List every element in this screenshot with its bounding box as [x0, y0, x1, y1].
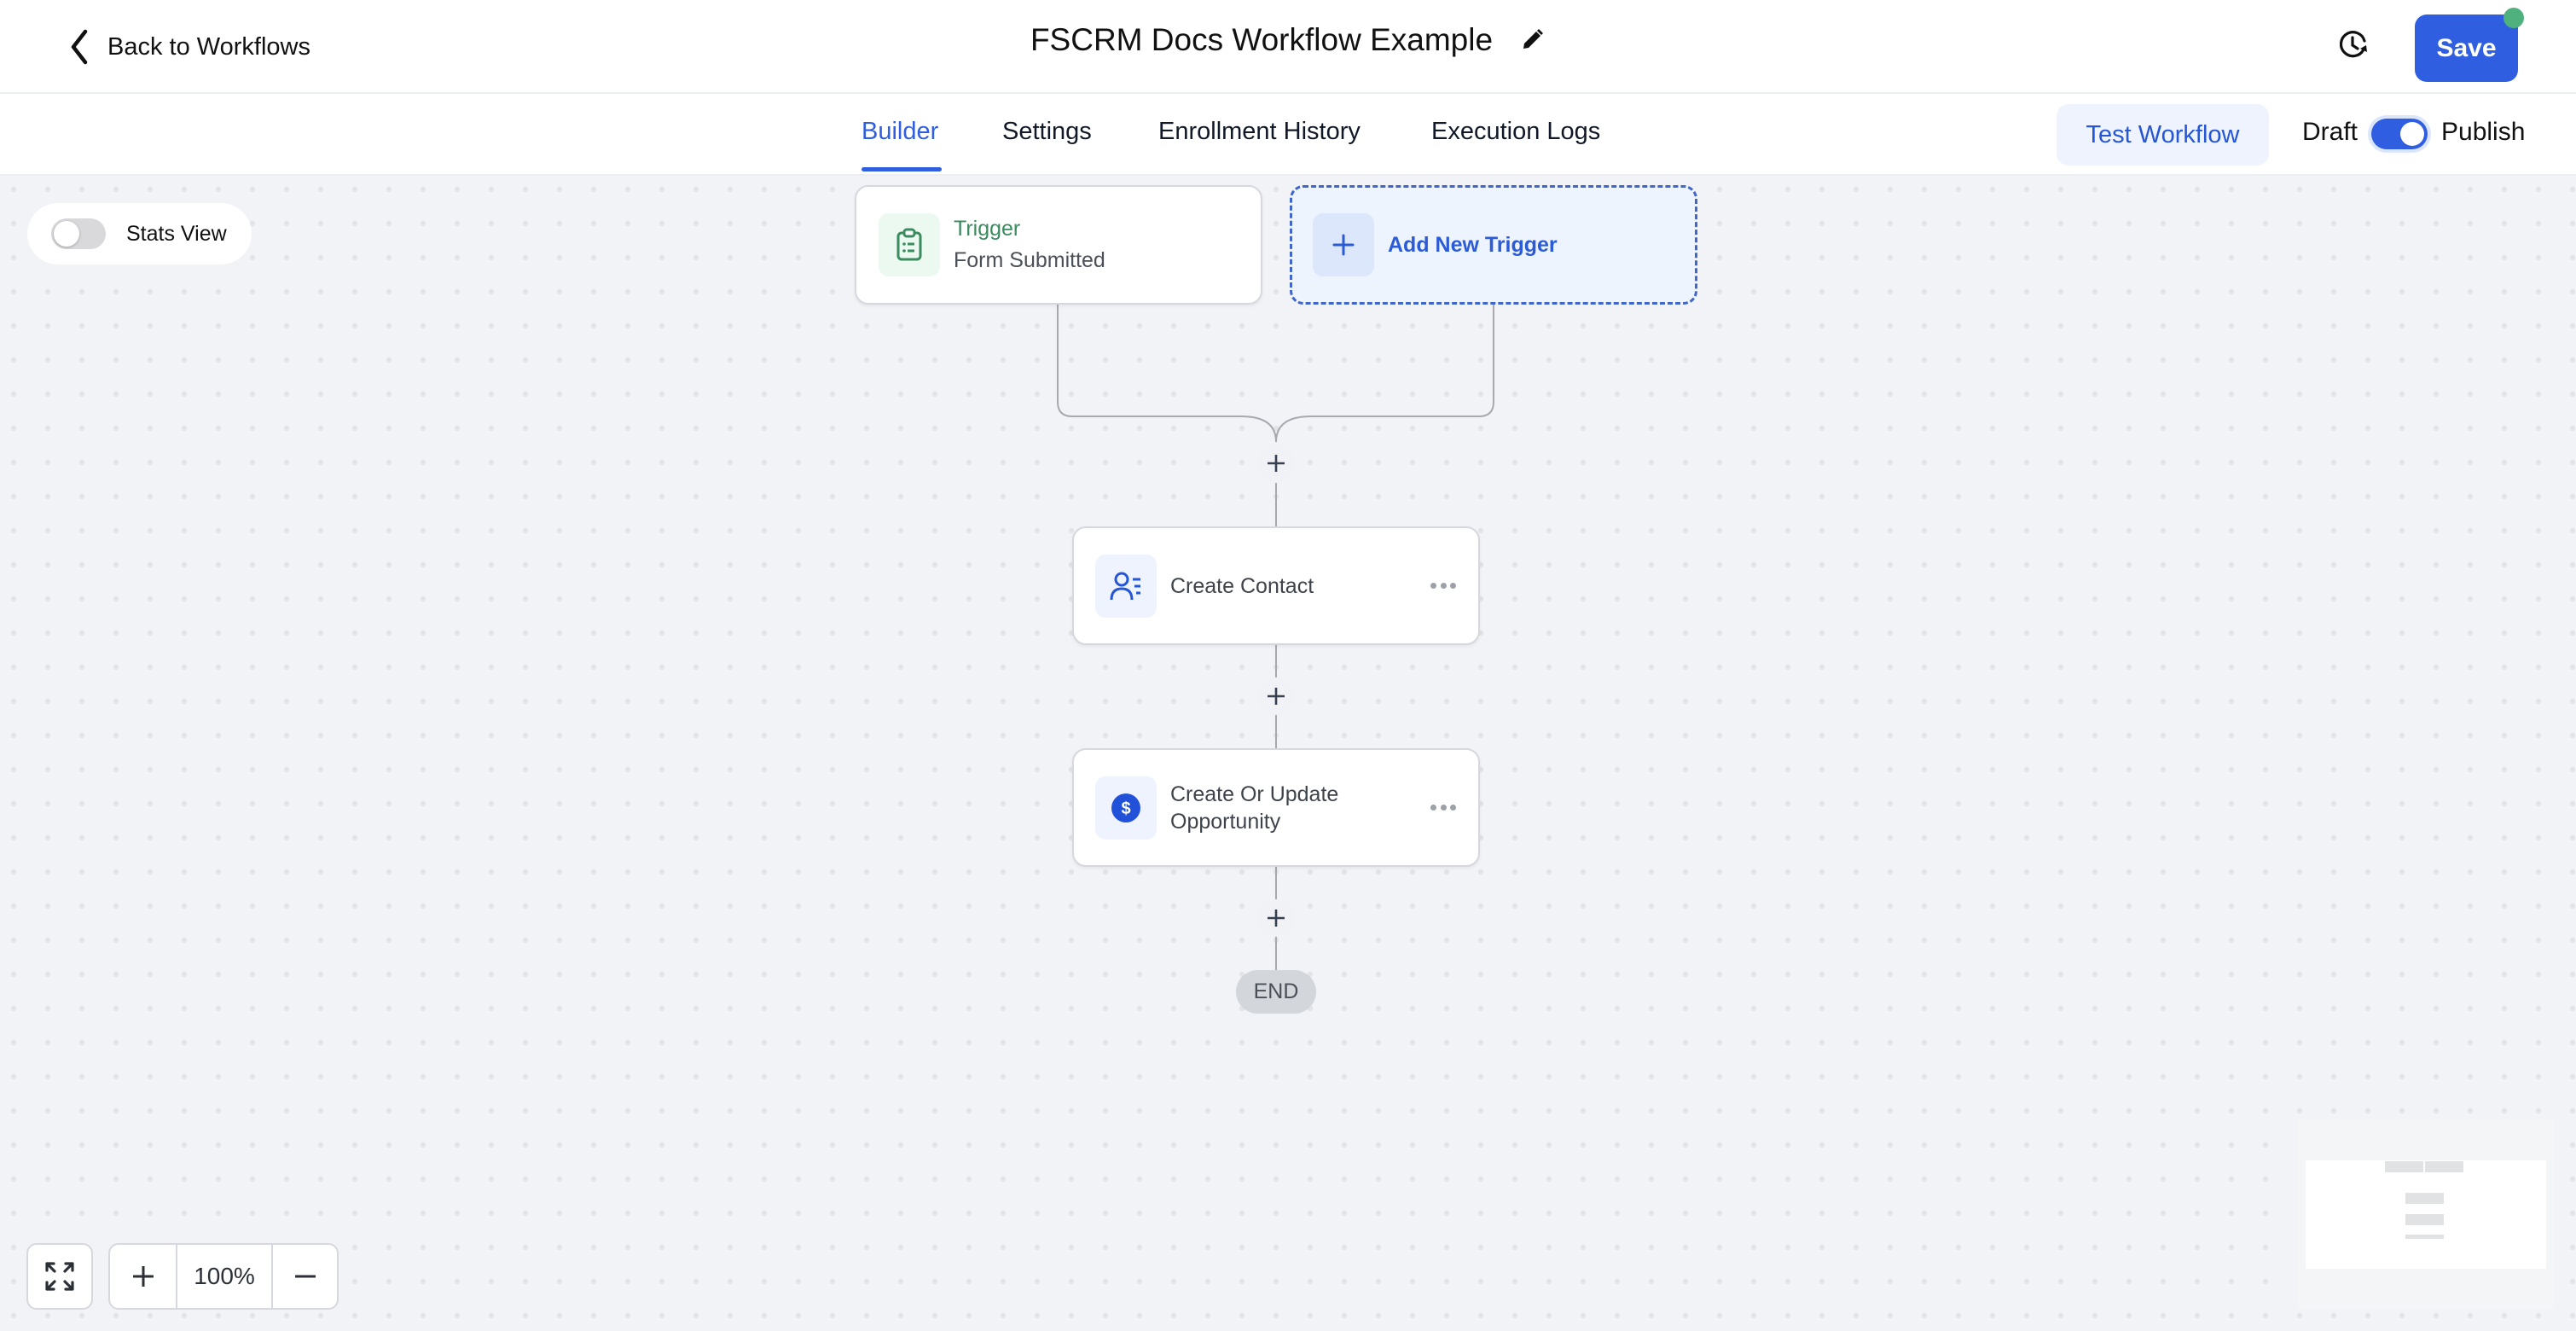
- action-label: Create Or Update Opportunity: [1170, 782, 1339, 834]
- trigger-icon-box: [879, 213, 940, 276]
- more-options-icon[interactable]: [1430, 580, 1456, 592]
- action-icon-box: $: [1095, 776, 1157, 840]
- tab-bar: Builder Settings Enrollment History Exec…: [0, 94, 2576, 176]
- tab-builder[interactable]: Builder: [862, 118, 938, 146]
- save-button[interactable]: Save: [2415, 15, 2518, 82]
- tab-settings[interactable]: Settings: [1002, 118, 1092, 146]
- action-label: Create Contact: [1170, 573, 1314, 598]
- publish-toggle[interactable]: [2371, 119, 2428, 149]
- clipboard-list-icon: [896, 228, 922, 261]
- add-step-button[interactable]: [1257, 677, 1295, 715]
- action-node-create-contact[interactable]: Create Contact: [1072, 526, 1480, 645]
- action-node-create-or-update-opportunity[interactable]: $ Create Or Update Opportunity: [1072, 748, 1480, 867]
- trigger-name: Form Submitted: [954, 248, 1105, 272]
- trigger-type-label: Trigger: [954, 217, 1021, 241]
- more-options-icon[interactable]: [1430, 802, 1456, 814]
- end-node: END: [1236, 970, 1316, 1014]
- minus-icon: [294, 1275, 316, 1278]
- trigger-node[interactable]: Trigger Form Submitted: [855, 185, 1262, 305]
- top-header: Back to Workflows FSCRM Docs Workflow Ex…: [0, 0, 2576, 94]
- zoom-level: 100%: [177, 1245, 273, 1308]
- minimap-viewport[interactable]: [2306, 1160, 2546, 1269]
- add-trigger-label: Add New Trigger: [1388, 232, 1558, 257]
- workflow-canvas[interactable]: Stats View Trigger Form Submitted Add Ne…: [0, 176, 2576, 1331]
- minimap-node: [2405, 1193, 2444, 1204]
- clock-history-icon[interactable]: [2335, 27, 2371, 63]
- unsaved-status-dot: [2503, 8, 2524, 28]
- plus-icon: [1268, 910, 1285, 927]
- dollar-circle-icon: $: [1111, 793, 1140, 822]
- zoom-out-button[interactable]: [273, 1245, 337, 1308]
- tab-execution-logs[interactable]: Execution Logs: [1431, 118, 1600, 146]
- plus-icon: [1332, 234, 1355, 256]
- plus-icon: [1268, 688, 1285, 705]
- contact-list-icon: [1110, 572, 1140, 600]
- workflow-title: FSCRM Docs Workflow Example: [1030, 22, 1494, 57]
- tab-enrollment-history[interactable]: Enrollment History: [1158, 118, 1361, 146]
- toggle-knob: [2400, 122, 2424, 146]
- minimap[interactable]: [2297, 1119, 2555, 1309]
- trigger-connector: [1057, 305, 1277, 443]
- plus-icon: [132, 1266, 154, 1287]
- minimap-node: [2405, 1214, 2444, 1225]
- add-step-button[interactable]: [1257, 445, 1295, 482]
- minimap-node: [2385, 1161, 2423, 1172]
- zoom-controls: 100%: [108, 1243, 339, 1310]
- minimap-node: [2425, 1161, 2463, 1172]
- action-icon-box: [1095, 554, 1157, 618]
- active-tab-indicator: [862, 167, 942, 171]
- add-new-trigger-button[interactable]: Add New Trigger: [1290, 185, 1697, 305]
- fit-view-button[interactable]: [26, 1243, 93, 1310]
- add-trigger-connector: [1275, 305, 1494, 443]
- test-workflow-button[interactable]: Test Workflow: [2057, 104, 2269, 166]
- draft-label: Draft: [2302, 118, 2358, 146]
- add-trigger-icon-box: [1313, 213, 1374, 276]
- add-step-button[interactable]: [1257, 899, 1295, 937]
- zoom-in-button[interactable]: [110, 1245, 177, 1308]
- pencil-icon[interactable]: [1518, 26, 1546, 54]
- plus-icon: [1268, 455, 1285, 472]
- expand-arrows-icon: [45, 1262, 74, 1291]
- title-area: FSCRM Docs Workflow Example: [0, 22, 2576, 58]
- svg-text:$: $: [1121, 799, 1130, 818]
- publish-label: Publish: [2441, 118, 2526, 146]
- minimap-node: [2405, 1235, 2444, 1239]
